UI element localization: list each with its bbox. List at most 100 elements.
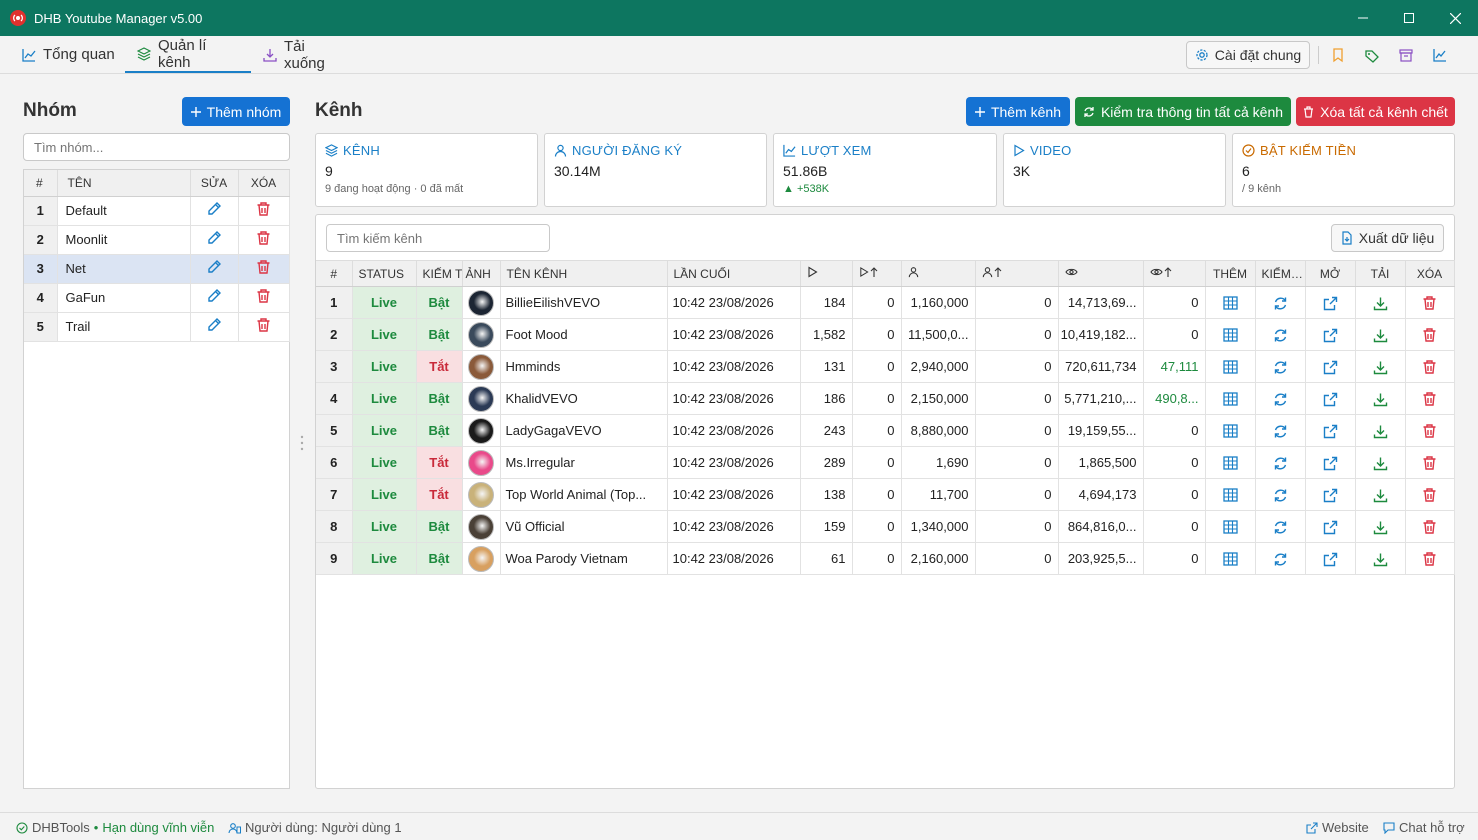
pencil-icon[interactable] [206, 317, 222, 333]
group-row[interactable]: 4 GaFun [24, 283, 290, 313]
col-add[interactable]: THÊM [1205, 260, 1256, 287]
pencil-icon[interactable] [206, 259, 222, 275]
external-link-icon[interactable] [1323, 328, 1338, 343]
channel-name[interactable]: Vũ Official [500, 510, 668, 543]
channel-row[interactable]: 6 Live Tắt Ms.Irregular 10:42 23/08/2026 289 0… [316, 446, 1455, 479]
channel-name[interactable]: LadyGagaVEVO [500, 414, 668, 447]
trash-icon[interactable] [1422, 423, 1437, 439]
external-link-icon[interactable] [1323, 296, 1338, 311]
delete-dead-channels-button[interactable]: Xóa tất cả kênh chết [1296, 97, 1455, 126]
col-subscribers[interactable] [901, 260, 976, 287]
col-views[interactable] [1058, 260, 1144, 287]
refresh-icon[interactable] [1273, 424, 1288, 439]
download-icon[interactable] [1373, 424, 1388, 439]
refresh-icon[interactable] [1273, 520, 1288, 535]
channel-name[interactable]: Top World Animal (Top... [500, 478, 668, 511]
channel-row[interactable]: 9 Live Bật Woa Parody Vietnam 10:42 23/08/20… [316, 542, 1455, 575]
col-number[interactable]: # [316, 260, 353, 287]
group-row[interactable]: 5 Trail [24, 312, 290, 342]
group-row[interactable]: 2 Moonlit [24, 225, 290, 255]
col-last-checked[interactable]: LẦN CUỐI [667, 260, 801, 287]
channel-search-input[interactable] [326, 224, 550, 252]
channel-name[interactable]: BillieEilishVEVO [500, 286, 668, 319]
pencil-icon[interactable] [206, 230, 222, 246]
table-icon[interactable] [1222, 328, 1238, 342]
channel-name[interactable]: Foot Mood [500, 318, 668, 351]
external-link-icon[interactable] [1323, 424, 1338, 439]
tab-downloads[interactable]: Tải xuống [251, 36, 361, 73]
col-status[interactable]: STATUS [352, 260, 417, 287]
trash-icon[interactable] [256, 201, 271, 217]
trash-icon[interactable] [256, 317, 271, 333]
refresh-icon[interactable] [1273, 328, 1288, 343]
table-icon[interactable] [1222, 360, 1238, 374]
tab-channel-management[interactable]: Quản lí kênh [125, 36, 251, 73]
channel-name[interactable]: Hmminds [500, 350, 668, 383]
refresh-icon[interactable] [1273, 296, 1288, 311]
table-icon[interactable] [1222, 552, 1238, 566]
download-icon[interactable] [1373, 456, 1388, 471]
table-icon[interactable] [1222, 424, 1238, 438]
col-videos[interactable] [800, 260, 853, 287]
col-avatar[interactable]: ẢNH [462, 260, 501, 287]
download-icon[interactable] [1373, 360, 1388, 375]
trash-icon[interactable] [1422, 455, 1437, 471]
col-check[interactable]: KIỂM TRA [1255, 260, 1306, 287]
export-data-button[interactable]: Xuất dữ liệu [1331, 224, 1444, 252]
pencil-icon[interactable] [206, 288, 222, 304]
channel-row[interactable]: 1 Live Bật BillieEilishVEVO 10:42 23/08/2026… [316, 286, 1455, 319]
refresh-icon[interactable] [1273, 360, 1288, 375]
trash-icon[interactable] [1422, 295, 1437, 311]
channel-row[interactable]: 5 Live Bật LadyGagaVEVO 10:42 23/08/2026 243 0… [316, 414, 1455, 447]
check-all-channels-button[interactable]: Kiểm tra thông tin tất cả kênh [1075, 97, 1291, 126]
download-icon[interactable] [1373, 328, 1388, 343]
panel-splitter[interactable] [300, 435, 304, 451]
channel-row[interactable]: 8 Live Bật Vũ Official 10:42 23/08/2026 159 0 1… [316, 510, 1455, 543]
col-open[interactable]: MỞ [1305, 260, 1356, 287]
add-channel-button[interactable]: Thêm kênh [966, 97, 1070, 126]
refresh-icon[interactable] [1273, 456, 1288, 471]
col-channel-name[interactable]: TÊN KÊNH [500, 260, 668, 287]
external-link-icon[interactable] [1323, 456, 1338, 471]
close-button[interactable] [1432, 0, 1478, 36]
col-views-change[interactable] [1143, 260, 1206, 287]
table-icon[interactable] [1222, 488, 1238, 502]
refresh-icon[interactable] [1273, 488, 1288, 503]
col-name[interactable]: TÊN [57, 170, 191, 197]
minimize-button[interactable] [1340, 0, 1386, 36]
trash-icon[interactable] [256, 259, 271, 275]
support-chat-link[interactable]: Chat hỗ trợ [1383, 820, 1465, 835]
col-edit[interactable]: SỬA [190, 170, 239, 197]
download-icon[interactable] [1373, 296, 1388, 311]
add-group-button[interactable]: Thêm nhóm [182, 97, 290, 126]
download-icon[interactable] [1373, 520, 1388, 535]
trash-icon[interactable] [1422, 391, 1437, 407]
external-link-icon[interactable] [1323, 360, 1338, 375]
download-icon[interactable] [1373, 392, 1388, 407]
stats-chart-icon[interactable] [1432, 46, 1450, 64]
col-videos-change[interactable] [852, 260, 902, 287]
refresh-icon[interactable] [1273, 552, 1288, 567]
external-link-icon[interactable] [1323, 392, 1338, 407]
channel-row[interactable]: 4 Live Bật KhalidVEVO 10:42 23/08/2026 186 0 2,… [316, 382, 1455, 415]
group-row[interactable]: 1 Default [24, 196, 290, 226]
table-icon[interactable] [1222, 392, 1238, 406]
trash-icon[interactable] [1422, 359, 1437, 375]
tab-overview[interactable]: Tổng quan [10, 36, 127, 73]
group-search-input[interactable] [23, 133, 290, 161]
table-icon[interactable] [1222, 520, 1238, 534]
channel-name[interactable]: KhalidVEVO [500, 382, 668, 415]
website-link[interactable]: Website [1306, 820, 1369, 835]
trash-icon[interactable] [1422, 327, 1437, 343]
download-icon[interactable] [1373, 488, 1388, 503]
trash-icon[interactable] [256, 288, 271, 304]
trash-icon[interactable] [1422, 519, 1437, 535]
channel-row[interactable]: 2 Live Bật Foot Mood 10:42 23/08/2026 1,582 0 1… [316, 318, 1455, 351]
col-download[interactable]: TẢI [1355, 260, 1406, 287]
channel-row[interactable]: 3 Live Tắt Hmminds 10:42 23/08/2026 131 0 2,940… [316, 350, 1455, 383]
table-icon[interactable] [1222, 296, 1238, 310]
external-link-icon[interactable] [1323, 520, 1338, 535]
channel-row[interactable]: 7 Live Tắt Top World Animal (Top... 10:42 23… [316, 478, 1455, 511]
table-icon[interactable] [1222, 456, 1238, 470]
channel-name[interactable]: Ms.Irregular [500, 446, 668, 479]
